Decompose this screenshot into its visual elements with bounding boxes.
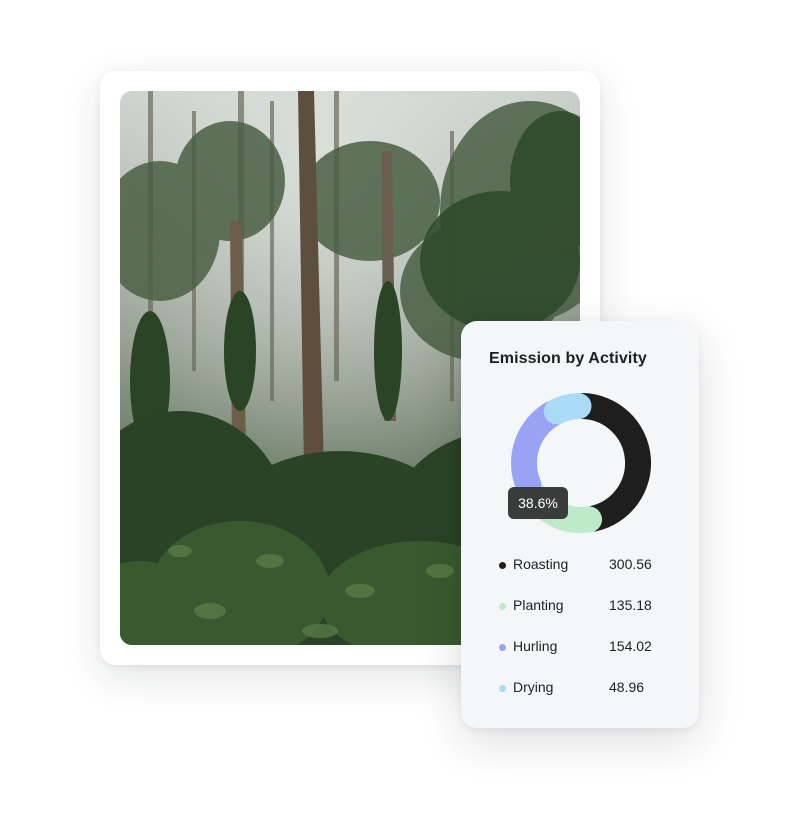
legend-dot-planting	[499, 603, 506, 610]
legend-item-roasting[interactable]: Roasting 300.56	[497, 553, 697, 594]
legend-value-roasting: 300.56	[609, 556, 652, 572]
legend-value-planting: 135.18	[609, 597, 652, 613]
donut-slice-hurling[interactable]	[511, 400, 566, 498]
legend-dot-roasting	[499, 562, 506, 569]
donut-slice-drying[interactable]	[543, 393, 592, 425]
legend-label-planting: Planting	[513, 597, 564, 613]
chart-legend: Roasting 300.56 Planting 135.18 Hurling …	[497, 553, 697, 717]
donut-chart	[511, 393, 651, 533]
legend-dot-hurling	[499, 644, 506, 651]
legend-value-hurling: 154.02	[609, 638, 652, 654]
emission-chart-card: Emission by Activity 38.6% Roasting 300.…	[461, 321, 699, 728]
legend-label-roasting: Roasting	[513, 556, 569, 572]
legend-dot-drying	[499, 685, 506, 692]
legend-item-drying[interactable]: Drying 48.96	[497, 676, 697, 717]
legend-value-drying: 48.96	[609, 679, 645, 695]
legend-label-hurling: Hurling	[513, 638, 558, 654]
legend-item-hurling[interactable]: Hurling 154.02	[497, 635, 697, 676]
legend-item-planting[interactable]: Planting 135.18	[497, 594, 697, 635]
donut-slice-roasting[interactable]	[570, 393, 651, 532]
chart-title: Emission by Activity	[489, 350, 647, 367]
percentage-tooltip: 38.6%	[508, 487, 568, 519]
legend-label-drying: Drying	[513, 679, 554, 695]
